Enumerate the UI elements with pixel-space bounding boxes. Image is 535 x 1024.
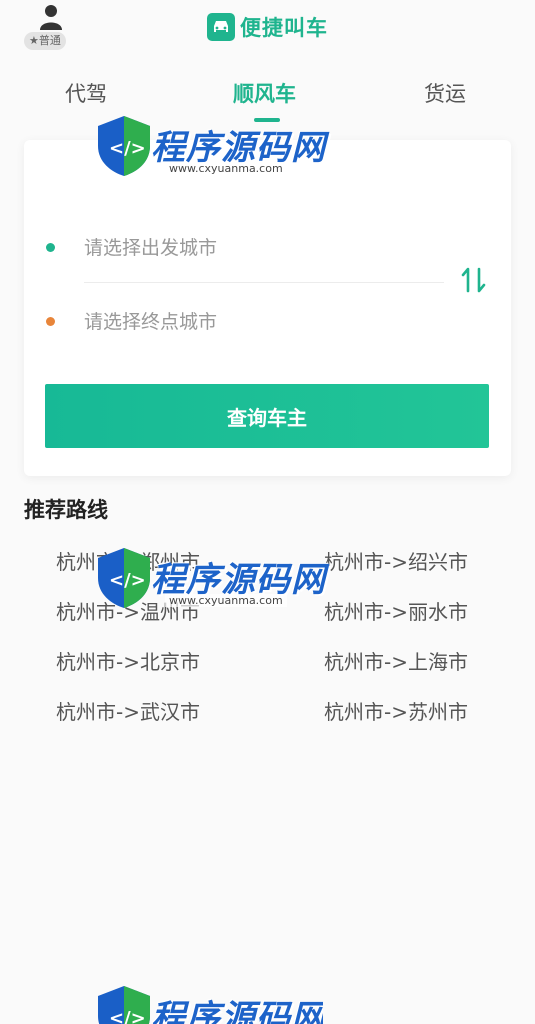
start-dot xyxy=(46,243,55,252)
swap-icon[interactable] xyxy=(458,264,490,296)
route-item[interactable]: 杭州市->北京市 xyxy=(56,646,200,675)
service-tabs: 代驾 顺风车 货运 xyxy=(0,72,535,128)
app-brand: 便捷叫车 xyxy=(207,11,328,43)
start-city-input[interactable] xyxy=(84,226,444,270)
route-item[interactable]: 杭州市->温州市 xyxy=(56,596,200,625)
member-level-badge: ★普通 xyxy=(24,32,66,50)
query-driver-button[interactable]: 查询车主 xyxy=(45,384,489,448)
route-item[interactable]: 杭州市->苏州市 xyxy=(324,696,468,725)
user-profile[interactable]: ★普通 xyxy=(22,4,80,50)
start-city-row[interactable] xyxy=(24,226,444,270)
watermark-text: 程序源码网 xyxy=(151,998,323,1024)
top-bar: ★普通 便捷叫车 xyxy=(0,0,535,58)
recommend-title: 推荐路线 xyxy=(24,498,108,522)
tab-designated-driver[interactable]: 代驾 xyxy=(65,78,107,108)
car-icon xyxy=(207,13,235,41)
end-dot xyxy=(46,317,55,326)
svg-text:</>: </> xyxy=(109,1008,146,1024)
recommend-route-list: 杭州市->郑州市 杭州市->绍兴市 杭州市->温州市 杭州市->丽水市 杭州市-… xyxy=(0,538,535,748)
tab-freight[interactable]: 货运 xyxy=(424,78,466,108)
watermark: </> 程序源码网 xyxy=(95,978,323,1024)
search-card: 查询车主 xyxy=(24,140,511,476)
route-item[interactable]: 杭州市->绍兴市 xyxy=(324,546,468,575)
route-divider xyxy=(84,282,444,283)
route-item[interactable]: 杭州市->上海市 xyxy=(324,646,468,675)
app-title: 便捷叫车 xyxy=(240,16,328,40)
route-item[interactable]: 杭州市->武汉市 xyxy=(56,696,200,725)
route-item[interactable]: 杭州市->丽水市 xyxy=(324,596,468,625)
shield-logo-icon: </> xyxy=(98,986,150,1024)
end-city-input[interactable] xyxy=(84,300,444,344)
tab-carpool[interactable]: 顺风车 xyxy=(233,78,296,108)
user-icon xyxy=(40,5,62,30)
active-tab-indicator xyxy=(254,118,280,122)
end-city-row[interactable] xyxy=(24,300,444,344)
route-item[interactable]: 杭州市->郑州市 xyxy=(56,546,200,575)
